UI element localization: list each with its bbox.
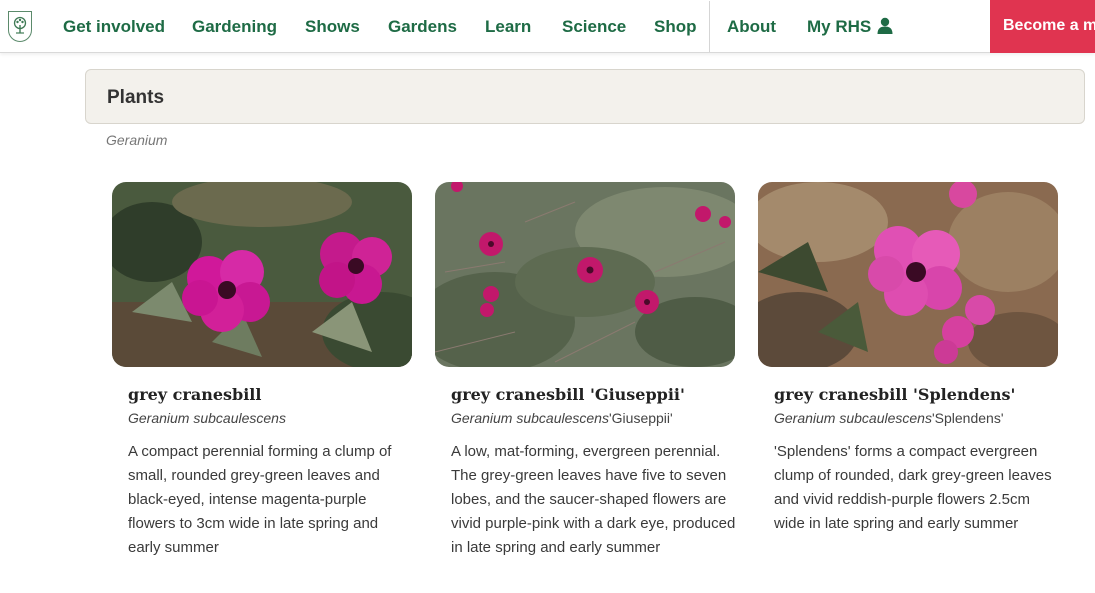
plant-description: 'Splendens' forms a compact evergreen cl… xyxy=(774,443,1052,532)
plant-description: A low, mat-forming, evergreen perennial.… xyxy=(451,443,736,556)
plant-botanical-name: Geranium subcaulescens'Giuseppii' xyxy=(451,410,673,426)
plant-botanical-name: Geranium subcaulescens'Splendens' xyxy=(774,410,1004,426)
plant-common-name[interactable]: grey cranesbill 'Splendens' xyxy=(774,385,1015,404)
nav-shows[interactable]: Shows xyxy=(305,17,360,37)
user-icon xyxy=(877,17,893,34)
plant-card[interactable]: grey cranesbill 'Splendens' Geranium sub… xyxy=(758,182,1058,532)
plant-description: A compact perennial forming a clump of s… xyxy=(128,443,392,556)
plants-header-bar: Plants xyxy=(85,69,1085,124)
plant-latin-name: Geranium subcaulescens xyxy=(451,410,609,426)
nav-divider xyxy=(709,1,710,52)
nav-my-rhs-label: My RHS xyxy=(807,17,872,36)
plant-photo[interactable] xyxy=(435,182,735,367)
genus-subtitle: Geranium xyxy=(106,132,168,148)
plant-latin-name: Geranium subcaulescens xyxy=(128,410,286,426)
plant-cultivar-name: 'Splendens' xyxy=(931,410,1004,426)
plant-cultivar-name: 'Giuseppii' xyxy=(608,410,673,426)
nav-gardens[interactable]: Gardens xyxy=(388,17,457,37)
plant-photo[interactable] xyxy=(758,182,1058,367)
become-member-label: Become a m xyxy=(1003,17,1095,34)
nav-shop[interactable]: Shop xyxy=(654,17,697,37)
plant-photo[interactable] xyxy=(112,182,412,367)
nav-get-involved[interactable]: Get involved xyxy=(63,17,165,37)
nav-about[interactable]: About xyxy=(727,17,776,37)
nav-my-rhs[interactable]: My RHS xyxy=(807,17,893,37)
plant-common-name[interactable]: grey cranesbill xyxy=(128,385,261,404)
plant-card[interactable]: grey cranesbill 'Giuseppii' Geranium sub… xyxy=(435,182,735,556)
rhs-logo[interactable] xyxy=(8,11,32,42)
plant-botanical-name: Geranium subcaulescens xyxy=(128,410,286,426)
plant-card[interactable]: grey cranesbill Geranium subcaulescens A… xyxy=(112,182,412,556)
plant-common-name[interactable]: grey cranesbill 'Giuseppii' xyxy=(451,385,685,404)
page-title: Plants xyxy=(107,87,165,108)
nav-gardening[interactable]: Gardening xyxy=(192,17,277,37)
become-member-button[interactable]: Become a m xyxy=(990,0,1095,53)
plant-latin-name: Geranium subcaulescens xyxy=(774,410,932,426)
nav-science[interactable]: Science xyxy=(562,17,626,37)
top-navigation: Get involved Gardening Shows Gardens Lea… xyxy=(0,0,1095,53)
tree-icon xyxy=(13,16,27,34)
nav-learn[interactable]: Learn xyxy=(485,17,531,37)
